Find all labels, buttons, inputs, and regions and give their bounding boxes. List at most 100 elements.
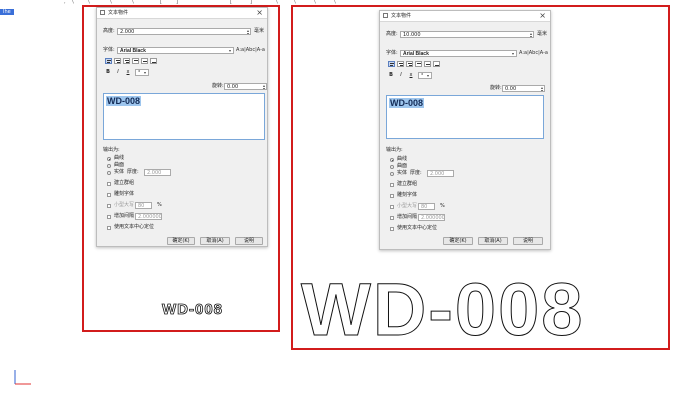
checkbox-center[interactable]	[107, 226, 111, 230]
viewport-mode-tag[interactable]: Ihe	[0, 9, 14, 15]
bold-icon[interactable]: B	[388, 72, 394, 79]
world-axes-icon	[14, 370, 31, 385]
viewport-text-large[interactable]: WD-008	[300, 268, 584, 352]
checkbox-engrave[interactable]	[107, 193, 111, 197]
align-center-icon[interactable]	[114, 58, 121, 64]
radio-curve[interactable]	[390, 158, 394, 162]
align-middle-icon[interactable]	[424, 61, 431, 67]
text-input-area[interactable]: WD-008	[386, 95, 544, 139]
align-center-icon[interactable]	[397, 61, 404, 67]
height-label: 高度:	[386, 31, 398, 37]
align-middle-icon[interactable]	[141, 58, 148, 64]
spacing-input[interactable]: 2.000000	[135, 213, 162, 220]
font-label: 字体:	[386, 50, 398, 56]
height-input[interactable]: 10.000 ▴ ▾	[400, 31, 534, 38]
case-buttons[interactable]: A:a|Abc|A-a	[236, 47, 265, 54]
align-top-icon[interactable]	[132, 58, 139, 64]
height-input[interactable]: 2.000 ▴ ▾	[117, 28, 251, 35]
strip-glyph: \	[72, 0, 74, 5]
height-value: 10.000	[403, 32, 421, 38]
smallcaps-label: 小型大写	[397, 203, 418, 209]
symbol-select[interactable]: ° ▾	[418, 72, 432, 79]
strip-glyph: \	[132, 0, 134, 5]
rotate-label: 旋转:	[490, 85, 502, 91]
align-top-icon[interactable]	[415, 61, 422, 67]
radio-solid[interactable]	[107, 171, 111, 175]
align-bottom-icon[interactable]	[150, 58, 157, 64]
bold-icon[interactable]: B	[105, 69, 111, 76]
cancel-button[interactable]: 取消(A)	[478, 237, 508, 245]
checkbox-spacing[interactable]	[107, 215, 111, 219]
align-left-icon[interactable]	[388, 61, 395, 67]
spinner-icon[interactable]: ▴ ▾	[530, 32, 532, 37]
underline-icon[interactable]: x	[125, 69, 131, 76]
spacing-input[interactable]: 2.000000	[418, 214, 445, 221]
strip-glyph: [	[230, 0, 232, 5]
italic-icon[interactable]: I	[398, 72, 404, 79]
italic-icon[interactable]: I	[115, 69, 121, 76]
entered-text: WD-008	[106, 96, 142, 106]
text-object-dialog-left: 文本物件 × 高度: 2.000 ▴ ▾ 毫米 字体: Arial Black ▾…	[96, 7, 268, 247]
smallcaps-label: 小型大写	[114, 202, 135, 208]
checkbox-group[interactable]	[107, 182, 111, 186]
cancel-button[interactable]: 取消(A)	[200, 237, 230, 245]
ok-button[interactable]: 确定(K)	[443, 237, 473, 245]
unit-label: 毫米	[254, 28, 265, 34]
spinner-icon[interactable]: ▴ ▾	[263, 84, 265, 89]
rotate-input[interactable]: 0.00 ▴ ▾	[224, 83, 267, 90]
chevron-down-icon: ▾	[228, 48, 231, 53]
help-button[interactable]: 说明	[513, 237, 543, 245]
engrave-label: 雕刻字体	[397, 192, 418, 198]
ok-button[interactable]: 确定(K)	[167, 237, 195, 245]
radio-curve[interactable]	[107, 157, 111, 161]
checkbox-smallcaps[interactable]	[107, 204, 111, 208]
close-icon[interactable]: ×	[539, 11, 546, 21]
close-icon[interactable]: ×	[256, 8, 263, 18]
radio-surface[interactable]	[390, 165, 394, 169]
case-buttons[interactable]: A:a|Abc|A-a	[519, 50, 548, 57]
thickness-input[interactable]: 2.000	[144, 169, 171, 176]
dialog-titlebar[interactable]: 文本物件 ×	[380, 11, 550, 22]
strip-glyph: \	[276, 0, 278, 5]
app-icon	[383, 13, 388, 18]
strip-glyph: ,	[64, 0, 66, 5]
dialog-titlebar[interactable]: 文本物件 ×	[97, 8, 267, 19]
font-select[interactable]: Arial Black ▾	[400, 50, 517, 57]
align-right-icon[interactable]	[406, 61, 413, 67]
strip-glyph: \	[88, 0, 90, 5]
dialog-title: 文本物件	[108, 10, 129, 16]
checkbox-center[interactable]	[390, 227, 394, 231]
output-label: 输出为:	[103, 147, 120, 153]
output-label: 输出为:	[386, 147, 403, 153]
checkbox-engrave[interactable]	[390, 194, 394, 198]
smallcaps-input[interactable]: 80	[135, 202, 152, 209]
smallcaps-input[interactable]: 80	[418, 203, 435, 210]
app-icon	[100, 10, 105, 15]
checkbox-smallcaps[interactable]	[390, 205, 394, 209]
strip-glyph: ]	[250, 0, 252, 5]
align-left-icon[interactable]	[105, 58, 112, 64]
group-label: 建立群组	[114, 180, 135, 186]
entered-text: WD-008	[389, 98, 425, 108]
unit-label: 毫米	[537, 31, 548, 37]
rotate-input[interactable]: 0.00 ▴ ▾	[502, 85, 545, 92]
font-select[interactable]: Arial Black ▾	[117, 47, 234, 54]
engrave-label: 雕刻字体	[114, 191, 135, 197]
radio-solid[interactable]	[390, 172, 394, 176]
align-right-icon[interactable]	[123, 58, 130, 64]
spinner-icon[interactable]: ▴ ▾	[541, 86, 543, 91]
thickness-input[interactable]: 2.000	[427, 170, 454, 177]
rotate-value: 0.00	[227, 84, 239, 90]
help-button[interactable]: 说明	[235, 237, 263, 245]
checkbox-spacing[interactable]	[390, 216, 394, 220]
text-input-area[interactable]: WD-008	[103, 93, 265, 140]
align-bottom-icon[interactable]	[433, 61, 440, 67]
viewport-text-small[interactable]: WD-008	[162, 301, 223, 319]
radio-surface[interactable]	[107, 164, 111, 168]
underline-icon[interactable]: x	[408, 72, 414, 79]
text-object-dialog-right: 文本物件 × 高度: 10.000 ▴ ▾ 毫米 字体: Arial Black …	[379, 10, 551, 250]
thickness-label: 厚度:	[410, 170, 422, 176]
spinner-icon[interactable]: ▴ ▾	[247, 29, 249, 34]
checkbox-group[interactable]	[390, 183, 394, 187]
symbol-select[interactable]: ° ▾	[135, 69, 149, 76]
